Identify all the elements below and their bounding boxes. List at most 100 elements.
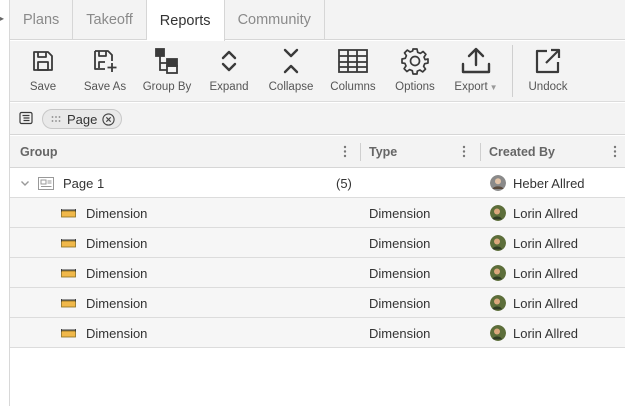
options-label: Options [395,81,435,93]
collapse-icon [281,41,301,81]
tab-takeoff[interactable]: Takeoff [73,0,147,40]
type-cell: Dimension [369,228,430,258]
column-header-created-by[interactable]: Created By [489,136,555,168]
column-header-group[interactable]: Group [20,136,58,168]
column-resize-handle[interactable] [360,143,361,161]
export-button[interactable]: Export ▼ [451,41,501,102]
chevron-down-icon: ▼ [489,83,498,92]
undock-icon [534,41,562,81]
collapse-button[interactable]: Collapse [266,41,316,102]
drag-handle-icon[interactable] [51,115,61,123]
avatar [490,265,506,281]
collapse-label: Collapse [268,81,314,93]
column-menu-icon[interactable] [613,145,617,158]
group-chip-page[interactable]: Page [42,109,123,129]
toolbar-divider [512,45,513,97]
main-tabs: Plans Takeoff Reports Community [10,0,625,41]
dimension-icon [61,329,76,338]
group-by-button[interactable]: Group By [141,41,193,102]
grid-empty-area [10,348,625,406]
name-text: Dimension [86,205,148,221]
reports-app: ▸ Plans Takeoff Reports Community Save S… [0,0,625,406]
undock-label: Undock [528,81,568,93]
type-cell: Dimension [369,318,430,348]
created-by-text: Heber Allred [513,175,585,191]
name-cell: Dimension [61,318,147,348]
avatar [490,175,506,191]
expand-icon [219,41,239,81]
group-row[interactable]: Page 1 (5) Heber Allred [10,168,625,198]
table-row[interactable]: Dimension Dimension Lorin Allred [10,258,625,288]
avatar [490,235,506,251]
column-header-label: Created By [489,145,555,159]
collapsed-side-panel[interactable]: ▸ [0,0,10,406]
tab-label: Reports [159,12,211,29]
tab-community[interactable]: Community [225,0,325,40]
group-name-text: Page 1 [63,175,105,191]
column-menu-icon[interactable] [343,145,347,158]
save-button[interactable]: Save [26,41,60,102]
created-by-text: Lorin Allred [513,325,579,341]
column-header-label: Group [20,145,58,159]
type-cell: Dimension [369,288,430,318]
group-by-label: Group By [142,81,192,93]
group-chip-label: Page [67,111,98,127]
group-count-text: (5) [336,175,352,191]
options-button[interactable]: Options [393,41,437,102]
created-by-cell: Lorin Allred [490,198,578,228]
name-text: Dimension [86,235,148,251]
table-row[interactable]: Dimension Dimension Lorin Allred [10,228,625,258]
table-row[interactable]: Dimension Dimension Lorin Allred [10,288,625,318]
type-text: Dimension [369,295,431,311]
type-text: Dimension [369,205,431,221]
save-as-label: Save As [83,81,127,93]
undock-button[interactable]: Undock [526,41,570,102]
group-panel-icon[interactable] [19,111,33,125]
type-cell: Dimension [369,198,430,228]
columns-button[interactable]: Columns [328,41,378,102]
expand-button[interactable]: Expand [208,41,250,102]
name-cell: Dimension [61,198,147,228]
type-text: Dimension [369,325,431,341]
remove-icon[interactable] [102,112,116,126]
table-row[interactable]: Dimension Dimension Lorin Allred [10,198,625,228]
created-by-text: Lorin Allred [513,265,579,281]
group-count: (5) [336,168,352,198]
gear-icon [401,41,429,81]
table-row[interactable]: Dimension Dimension Lorin Allred [10,318,625,348]
type-text: Dimension [369,235,431,251]
chevron-down-icon[interactable] [20,178,30,188]
created-by-text: Lorin Allred [513,235,579,251]
save-label: Save [29,81,57,93]
report-toolbar: Save Save As Group By Expand Collapse Co… [10,41,625,102]
report-grid: Group Type Created By Page 1 (5) Heber A… [10,136,625,348]
name-cell: Dimension [61,288,147,318]
dimension-icon [61,209,76,218]
avatar [490,205,506,221]
column-menu-icon[interactable] [462,145,466,158]
avatar [490,295,506,311]
export-label: Export [454,81,488,93]
type-cell: Dimension [369,258,430,288]
column-header-type[interactable]: Type [369,136,397,168]
name-text: Dimension [86,265,148,281]
name-text: Dimension [86,295,148,311]
tab-reports[interactable]: Reports [146,0,225,41]
name-cell: Dimension [61,258,147,288]
panel-caret-icon[interactable]: ▸ [0,14,4,23]
save-as-button[interactable]: Save As [82,41,128,102]
dimension-icon [61,269,76,278]
tab-plans[interactable]: Plans [10,0,74,40]
group-by-panel: Page [10,103,625,135]
created-by-cell: Heber Allred [490,168,585,198]
dimension-icon [61,239,76,248]
created-by-cell: Lorin Allred [490,288,578,318]
name-cell: Dimension [61,228,147,258]
expand-label: Expand [209,81,249,93]
name-text: Dimension [86,325,148,341]
tab-label: Takeoff [86,12,133,28]
dimension-icon [61,299,76,308]
page-icon [38,168,54,198]
group-expand-toggle[interactable] [20,168,30,198]
column-resize-handle[interactable] [480,143,481,161]
